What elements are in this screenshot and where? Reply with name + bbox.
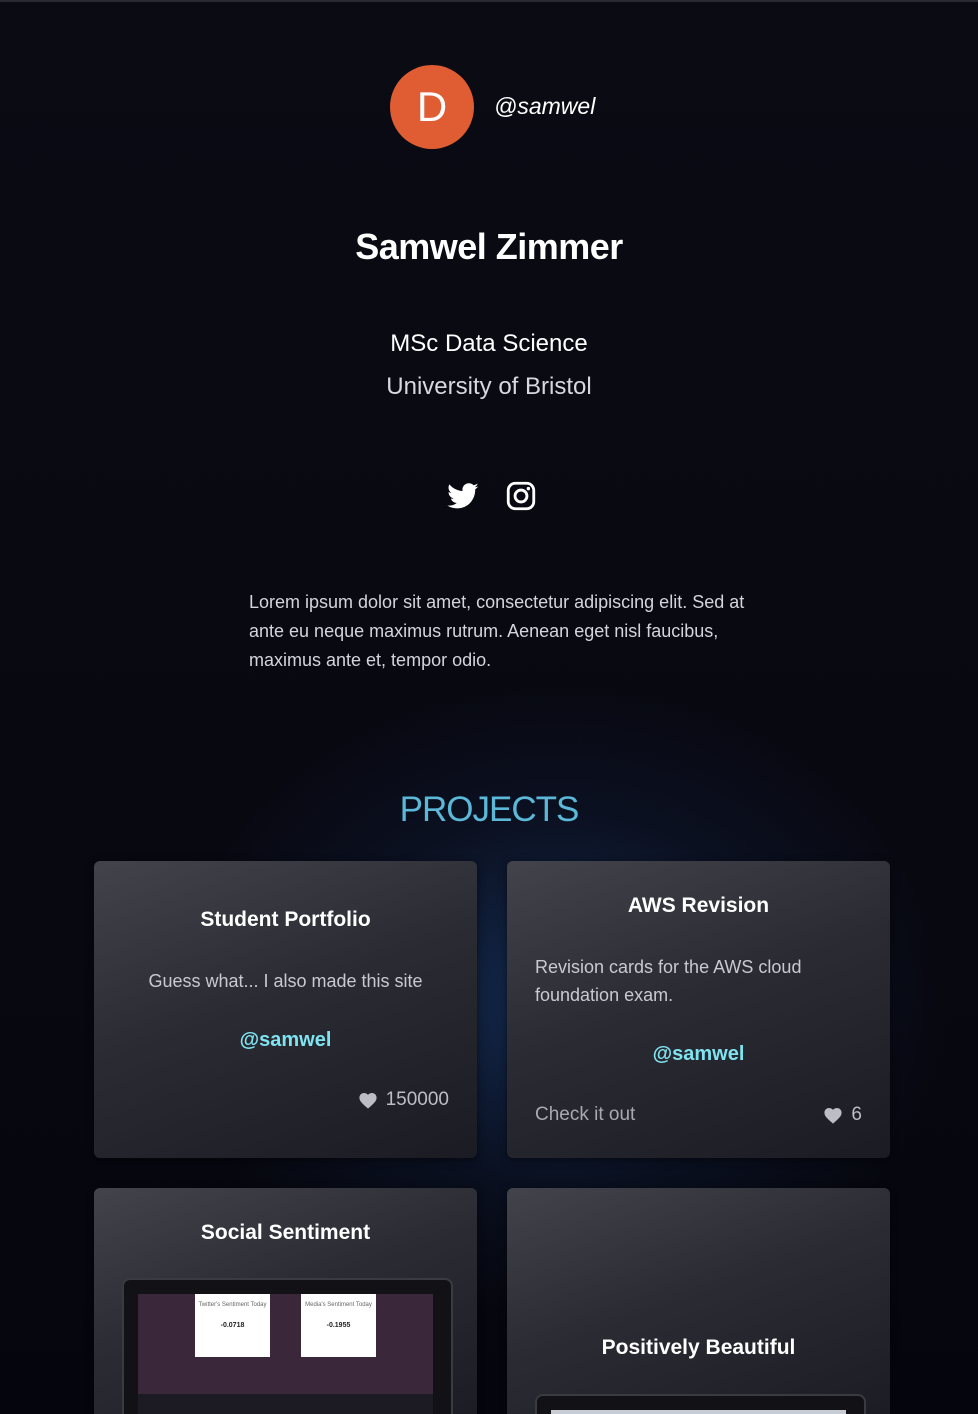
check-it-out-link[interactable]: Check it out xyxy=(535,1104,635,1126)
profile-university: University of Bristol xyxy=(386,373,592,400)
twitter-link[interactable] xyxy=(446,479,480,513)
window-top-border xyxy=(0,0,978,2)
like-count: 150000 xyxy=(385,1089,449,1110)
preview-sentiment-card: Twitter's Sentiment Today -0.0718 xyxy=(195,1294,270,1357)
profile-name: Samwel Zimmer xyxy=(355,226,623,267)
project-description: Revision cards for the AWS cloud foundat… xyxy=(535,957,802,1005)
project-card-student-portfolio[interactable]: Student Portfolio Guess what... I also m… xyxy=(94,861,477,1158)
project-preview-laptop xyxy=(535,1394,866,1414)
instagram-link[interactable] xyxy=(504,479,538,513)
project-title: Social Sentiment xyxy=(200,1221,371,1244)
projects-heading: PROJECTS xyxy=(399,790,580,829)
preview-card-label: Media's Sentiment Today xyxy=(305,1302,372,1308)
project-author-link[interactable]: @samwel xyxy=(94,1029,477,1052)
preview-screen: Twitter's Sentiment Today -0.0718 Media'… xyxy=(138,1294,433,1394)
project-card-positively-beautiful[interactable]: Positively Beautiful xyxy=(507,1188,890,1414)
preview-screen xyxy=(551,1410,846,1414)
project-preview-laptop: Twitter's Sentiment Today -0.0718 Media'… xyxy=(122,1278,453,1414)
avatar[interactable]: D xyxy=(390,65,474,149)
project-title: Positively Beautiful xyxy=(601,1336,796,1359)
project-card-aws-revision[interactable]: AWS Revision Revision cards for the AWS … xyxy=(507,861,890,1158)
preview-sentiment-card: Media's Sentiment Today -0.1955 xyxy=(301,1294,376,1357)
project-title: AWS Revision xyxy=(627,894,770,917)
project-card-social-sentiment[interactable]: Social Sentiment Twitter's Sentiment Tod… xyxy=(94,1188,477,1414)
preview-card-value: -0.0718 xyxy=(220,1322,245,1329)
social-links xyxy=(446,479,538,513)
profile-bio: Lorem ipsum dolor sit amet, consectetur … xyxy=(249,592,745,670)
like-button[interactable]: 6 xyxy=(823,1104,862,1126)
project-description: Guess what... I also made this site xyxy=(148,971,423,991)
avatar-initial: D xyxy=(416,83,448,130)
like-count: 6 xyxy=(851,1104,862,1125)
heart-icon xyxy=(824,1108,843,1124)
heart-icon xyxy=(359,1093,377,1109)
preview-card-label: Twitter's Sentiment Today xyxy=(198,1302,267,1308)
project-title: Student Portfolio xyxy=(200,908,371,931)
profile-header: D @samwel xyxy=(0,65,978,149)
twitter-icon xyxy=(447,483,479,509)
profile-degree: MSc Data Science xyxy=(390,330,588,357)
profile-handle[interactable]: @samwel xyxy=(494,93,595,120)
project-author-link[interactable]: @samwel xyxy=(507,1043,890,1066)
instagram-icon xyxy=(506,481,536,511)
preview-card-value: -0.1955 xyxy=(326,1322,351,1329)
preview-screen-lower xyxy=(138,1394,433,1414)
like-button[interactable]: 150000 xyxy=(358,1089,449,1111)
